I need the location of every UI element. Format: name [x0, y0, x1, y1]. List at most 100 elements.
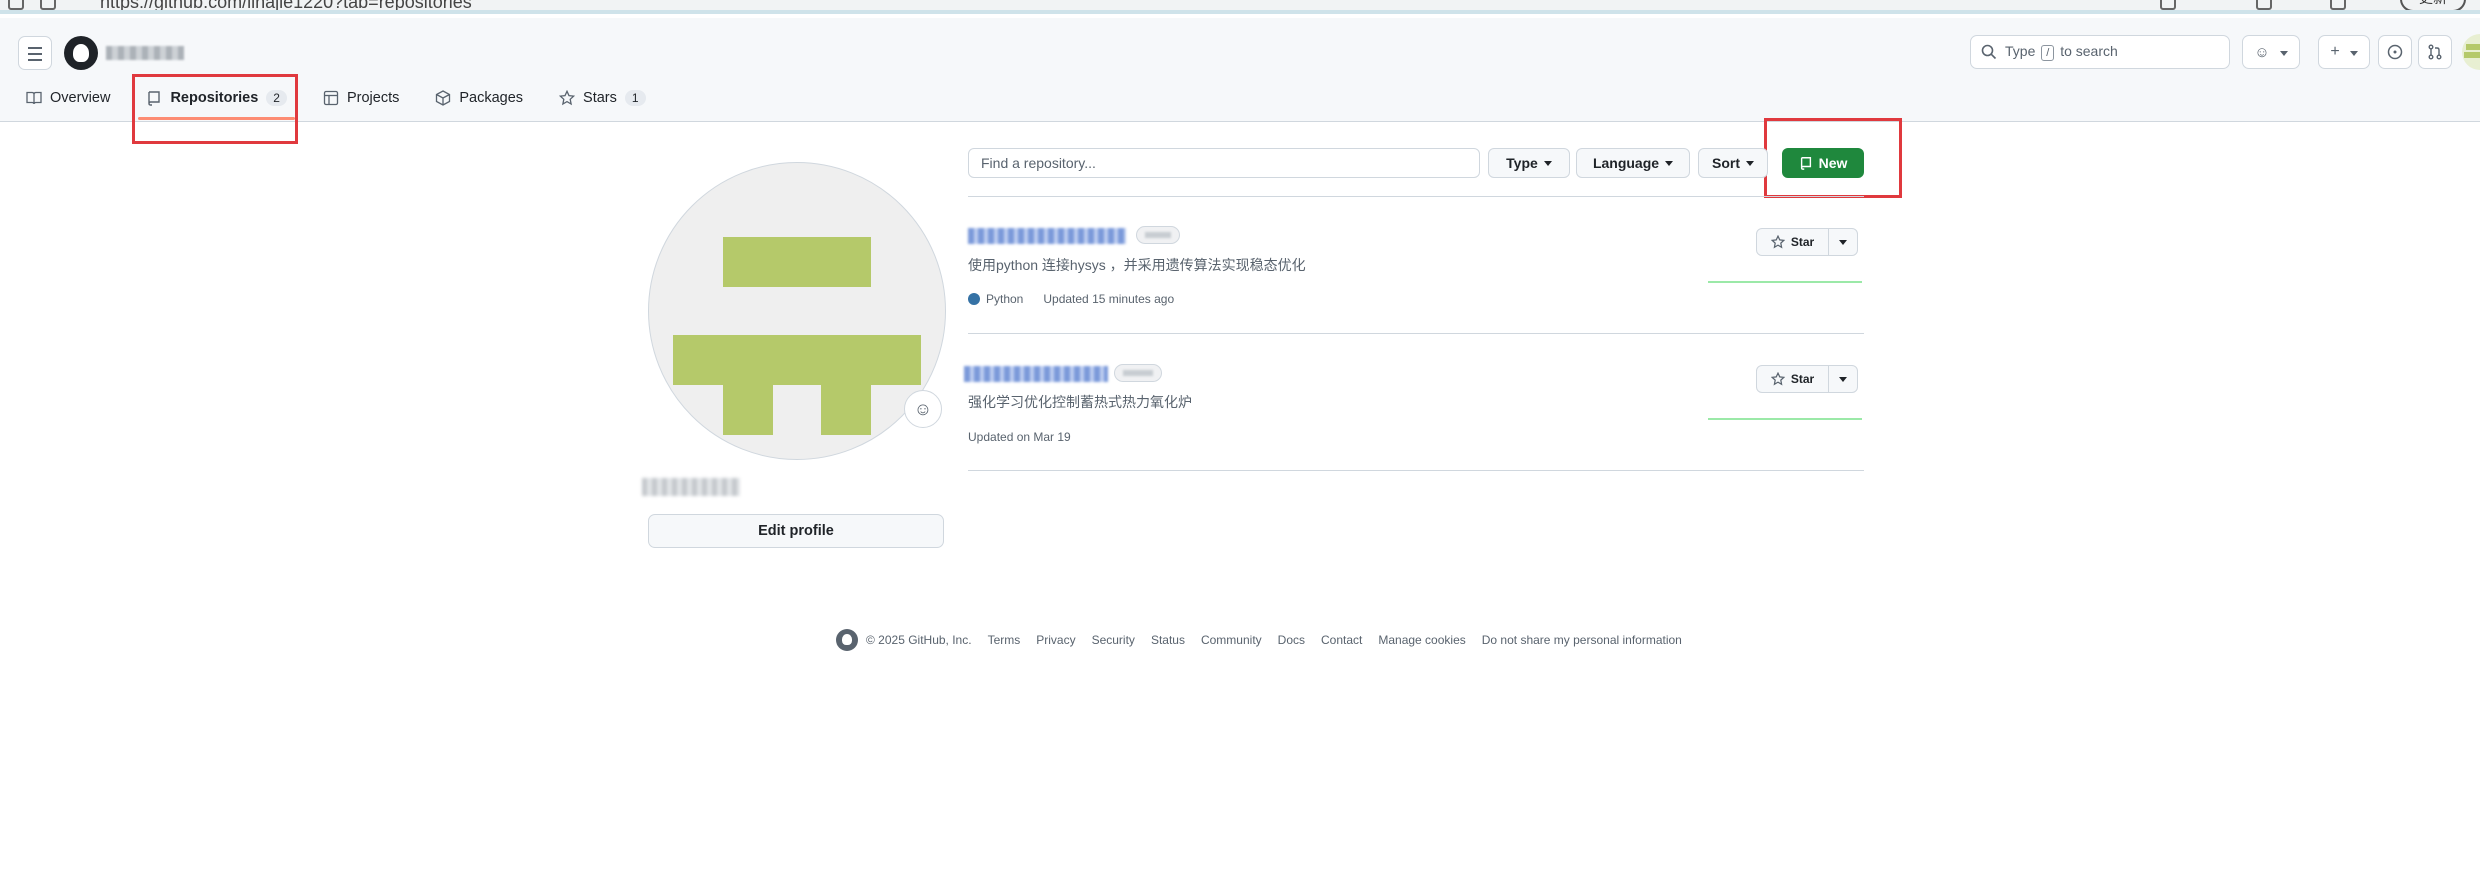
create-new-button[interactable]: + [2318, 35, 2370, 69]
identicon-block [723, 237, 871, 287]
repo-name-link[interactable] [964, 366, 1108, 382]
chevron-down-icon [1839, 239, 1847, 245]
star-list-dropdown[interactable] [1829, 229, 1857, 255]
star-list-dropdown[interactable] [1829, 366, 1857, 392]
language-filter-button[interactable]: Language [1576, 148, 1690, 178]
tab-label: Overview [50, 90, 111, 106]
language-color-dot [968, 293, 980, 305]
chevron-down-icon [1839, 376, 1847, 382]
profile-tabs: Overview Repositories 2 Projects Package… [18, 78, 654, 120]
find-repository-input[interactable]: Find a repository... [968, 148, 1480, 178]
footer-link-manage-cookies[interactable]: Manage cookies [1378, 633, 1465, 647]
browser-toolbar-icon[interactable] [2160, 0, 2176, 10]
address-bar[interactable]: https://github.com/linajie1220?tab=repos… [100, 0, 472, 10]
package-icon [436, 90, 451, 106]
identicon-block [723, 385, 773, 435]
repo-name-link[interactable] [968, 228, 1126, 244]
star-button-main[interactable]: Star [1757, 366, 1829, 392]
smiley-icon: ☺ [913, 398, 933, 419]
issue-opened-icon [2387, 44, 2403, 60]
browser-apps-icon[interactable] [40, 0, 56, 10]
sort-button[interactable]: Sort [1698, 148, 1768, 178]
repo-description: 强化学习优化控制蓄热式热力氧化炉 [968, 394, 1192, 410]
new-repository-button[interactable]: New [1782, 148, 1864, 178]
tab-packages[interactable]: Packages [427, 78, 531, 118]
footer-link-do-not-share[interactable]: Do not share my personal information [1482, 633, 1682, 647]
chevron-down-icon [1746, 160, 1754, 166]
tab-label: Stars [583, 90, 617, 106]
menu-icon-line [28, 53, 42, 55]
browser-update-button[interactable]: 更新 [2400, 0, 2466, 10]
user-avatar[interactable] [2462, 34, 2480, 70]
tab-label: Projects [346, 90, 400, 106]
tab-projects[interactable]: Projects [315, 78, 407, 118]
search-shortcut-key: / [2041, 45, 2055, 61]
tab-stars[interactable]: Stars 1 [551, 78, 654, 118]
search-icon [1981, 44, 1997, 60]
activity-sparkline [1708, 281, 1862, 283]
star-button[interactable]: Star [1756, 365, 1858, 393]
highlight-repositories-tab [132, 74, 298, 144]
menu-icon [28, 47, 42, 49]
repo-updated: Updated on Mar 19 [968, 430, 1071, 444]
tab-counter: 1 [624, 90, 646, 106]
chevron-down-icon [1665, 160, 1674, 166]
sort-label: Sort [1712, 155, 1740, 171]
list-divider [968, 196, 1864, 197]
table-icon [323, 90, 339, 106]
profile-name [642, 478, 740, 496]
search-input[interactable]: Type / to search [1970, 35, 2230, 69]
repo-updated: Updated 15 minutes ago [1043, 292, 1175, 306]
copilot-button[interactable]: ☺ [2242, 35, 2300, 69]
browser-favorite-icon[interactable] [2256, 0, 2272, 10]
footer-link-privacy[interactable]: Privacy [1036, 633, 1075, 647]
tab-overview[interactable]: Overview [18, 78, 118, 118]
repo-language: Python [986, 292, 1024, 306]
username-breadcrumb[interactable] [106, 46, 184, 60]
copilot-icon: ☺ [2254, 43, 2270, 61]
app-header: Type / to search ☺ + Overview Repositori… [0, 18, 2480, 122]
identicon-block [673, 335, 921, 385]
footer-link-contact[interactable]: Contact [1321, 633, 1362, 647]
browser-toolbar: https://github.com/linajie1220?tab=repos… [0, 0, 2480, 14]
footer-copyright: © 2025 GitHub, Inc. [866, 633, 972, 647]
footer-link-security[interactable]: Security [1092, 633, 1135, 647]
browser-back-icon[interactable] [8, 0, 24, 10]
github-logo-icon[interactable] [64, 36, 98, 70]
footer-link-status[interactable]: Status [1151, 633, 1185, 647]
type-filter-label: Type [1506, 155, 1538, 171]
edit-profile-button[interactable]: Edit profile [648, 514, 944, 548]
menu-button[interactable] [18, 36, 52, 70]
footer-link-terms[interactable]: Terms [988, 633, 1021, 647]
profile-avatar[interactable] [648, 162, 946, 460]
new-button-label: New [1818, 155, 1848, 171]
star-label: Star [1790, 372, 1815, 386]
menu-icon-line [28, 59, 42, 61]
avatar-pattern [2466, 44, 2480, 50]
star-button-main[interactable]: Star [1757, 229, 1829, 255]
issues-button[interactable] [2378, 35, 2412, 69]
star-icon [1770, 372, 1785, 386]
star-icon [559, 90, 576, 106]
book-icon [26, 91, 42, 105]
star-button[interactable]: Star [1756, 228, 1858, 256]
github-logo-icon[interactable] [836, 629, 858, 651]
footer-link-docs[interactable]: Docs [1278, 633, 1305, 647]
activity-sparkline [1708, 418, 1862, 420]
visibility-badge [1136, 226, 1180, 244]
list-divider [968, 470, 1864, 471]
search-placeholder-prefix: Type [2005, 43, 2036, 59]
browser-settings-icon[interactable] [2330, 0, 2346, 10]
star-icon [1770, 235, 1785, 249]
chevron-down-icon [2279, 43, 2288, 61]
pull-requests-button[interactable] [2418, 35, 2452, 69]
repo-description: 使用python 连接hysys ，并采用遗传算法实现稳态优化 [968, 257, 1306, 273]
plus-icon: + [2330, 43, 2340, 60]
page-footer: © 2025 GitHub, Inc. Terms Privacy Securi… [836, 628, 1682, 652]
footer-link-community[interactable]: Community [1201, 633, 1262, 647]
set-status-button[interactable]: ☺ [904, 390, 942, 428]
type-filter-button[interactable]: Type [1488, 148, 1570, 178]
search-placeholder-suffix: to search [2060, 43, 2118, 59]
chevron-down-icon [1543, 160, 1552, 166]
git-pull-request-icon [2428, 44, 2442, 60]
